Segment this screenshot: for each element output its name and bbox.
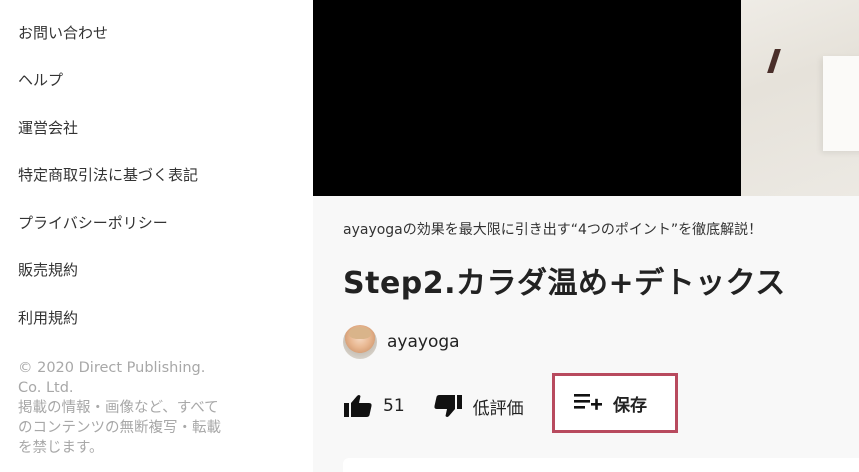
- channel-link[interactable]: ayayoga: [343, 324, 460, 360]
- main-content: ayayogaの効果を最大限に引き出す“4つのポイント”を徹底解説！ Step2…: [313, 0, 859, 472]
- video-thumbnail: [741, 0, 859, 196]
- sidebar-link-contact[interactable]: お問い合わせ: [18, 22, 108, 43]
- sidebar: お問い合わせ ヘルプ 運営会社 特定商取引法に基づく表記 プライバシーポリシー …: [0, 0, 313, 472]
- sidebar-link-terms-of-use[interactable]: 利用規約: [18, 307, 78, 328]
- page: お問い合わせ ヘルプ 運営会社 特定商取引法に基づく表記 プライバシーポリシー …: [0, 0, 859, 472]
- save-button[interactable]: 保存: [552, 373, 678, 433]
- content-card: [343, 458, 859, 472]
- copyright-line: 掲載の情報・画像など、すべて: [18, 400, 219, 416]
- channel-avatar: [343, 325, 377, 359]
- copyright-line: © 2020 Direct Publishing.: [18, 360, 206, 376]
- sidebar-link-sales-terms[interactable]: 販売規約: [18, 259, 78, 280]
- thumbnail-mark: [767, 49, 781, 73]
- video-title: Step2.カラダ温め+デトックス: [343, 266, 786, 301]
- like-count: 51: [383, 396, 405, 416]
- copyright-line: のコンテンツの無断複写・転載: [18, 420, 221, 436]
- video-actions: 51 低評価: [343, 386, 524, 426]
- thumbs-up-icon: [343, 394, 373, 418]
- dislike-button[interactable]: 低評価: [433, 394, 524, 419]
- sidebar-link-help[interactable]: ヘルプ: [18, 69, 63, 90]
- copyright-notice: © 2020 Direct Publishing. Co. Ltd. 掲載の情報…: [18, 358, 288, 458]
- like-button[interactable]: 51: [343, 394, 405, 418]
- copyright-line: を禁じます。: [18, 440, 104, 456]
- copyright-line: Co. Ltd.: [18, 380, 74, 396]
- video-player[interactable]: [313, 0, 859, 196]
- playlist-add-icon: [573, 391, 603, 415]
- thumbnail-card: [823, 56, 859, 151]
- save-label: 保存: [613, 395, 647, 416]
- sidebar-link-company[interactable]: 運営会社: [18, 117, 78, 138]
- sidebar-link-privacy[interactable]: プライバシーポリシー: [18, 212, 168, 233]
- video-subtitle: ayayogaの効果を最大限に引き出す“4つのポイント”を徹底解説！: [343, 222, 763, 238]
- thumbs-down-icon: [433, 394, 463, 418]
- sidebar-link-commercial-law[interactable]: 特定商取引法に基づく表記: [18, 164, 198, 185]
- dislike-label: 低評価: [472, 398, 524, 419]
- channel-name: ayayoga: [387, 332, 460, 352]
